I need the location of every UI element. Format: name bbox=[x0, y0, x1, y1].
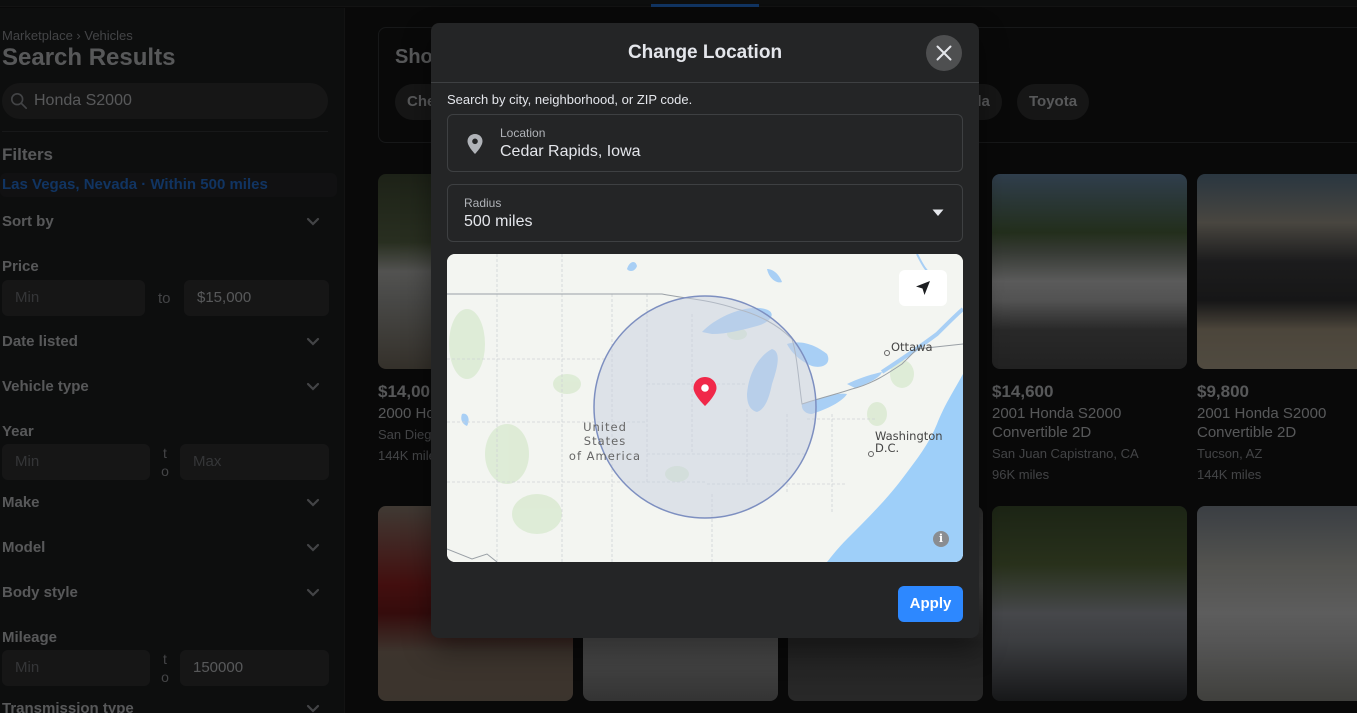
map-label-country-line2: States bbox=[584, 434, 626, 448]
apply-button[interactable]: Apply bbox=[898, 586, 963, 622]
map-label-country-line1: United bbox=[583, 420, 627, 434]
radius-label: Radius bbox=[464, 196, 502, 210]
search-radius-circle bbox=[593, 295, 817, 519]
dialog-header: Change Location bbox=[431, 23, 979, 83]
map-label-country-line3: of America bbox=[569, 449, 641, 463]
map-label-washington-line2: D.C. bbox=[875, 441, 899, 455]
search-hint: Search by city, neighborhood, or ZIP cod… bbox=[447, 92, 693, 107]
location-label: Location bbox=[500, 126, 546, 140]
location-map[interactable]: United States of America Ottawa Washingt… bbox=[447, 254, 963, 562]
radius-value: 500 miles bbox=[464, 213, 533, 230]
radius-dropdown[interactable]: Radius 500 miles bbox=[447, 184, 963, 242]
map-canvas: United States of America Ottawa Washingt… bbox=[447, 254, 963, 562]
current-location-button[interactable] bbox=[899, 270, 947, 306]
map-info-icon[interactable]: i bbox=[933, 531, 949, 547]
map-label-ottawa: Ottawa bbox=[891, 340, 933, 354]
location-input[interactable]: Location Cedar Rapids, Iowa bbox=[447, 114, 963, 172]
dialog-title: Change Location bbox=[627, 42, 783, 63]
navigation-arrow-icon bbox=[916, 281, 930, 295]
close-button[interactable] bbox=[926, 35, 962, 71]
close-icon bbox=[936, 45, 952, 61]
change-location-dialog: Change Location Search by city, neighbor… bbox=[431, 23, 979, 638]
location-value: Cedar Rapids, Iowa bbox=[500, 143, 641, 160]
marketplace-page: Marketplace › Vehicles Search Results Ho… bbox=[0, 0, 1357, 713]
caret-down-icon bbox=[932, 209, 944, 216]
location-pin-icon bbox=[467, 134, 483, 154]
